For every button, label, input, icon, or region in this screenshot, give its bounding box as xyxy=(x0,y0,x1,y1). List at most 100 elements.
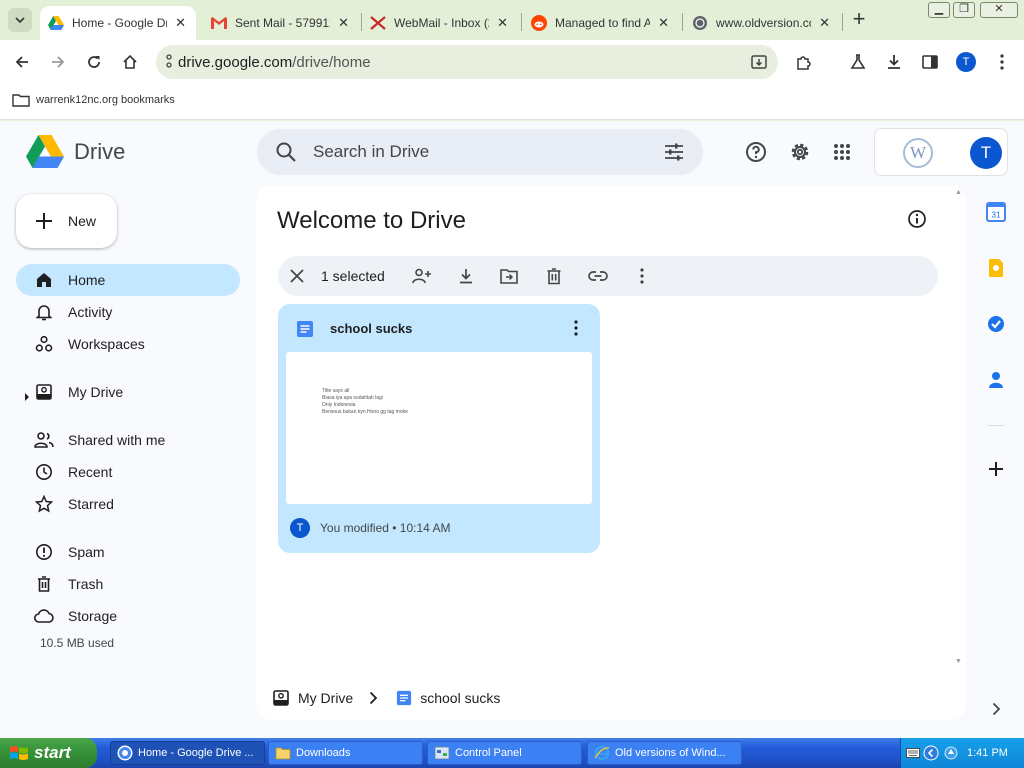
people-icon xyxy=(34,430,54,450)
nav-item-spam[interactable]: Spam xyxy=(16,536,240,568)
share-add-person-icon[interactable] xyxy=(412,266,432,286)
new-tab-button[interactable]: + xyxy=(847,8,871,32)
install-app-icon[interactable] xyxy=(750,53,768,76)
browser-tab-reddit[interactable]: Managed to find A ✕ xyxy=(523,6,679,40)
search-icon[interactable] xyxy=(275,141,297,168)
side-panel-button[interactable] xyxy=(918,50,942,74)
nav-label: Storage xyxy=(68,608,118,624)
nav-item-starred[interactable]: Starred xyxy=(16,488,240,520)
site-info-icon[interactable] xyxy=(166,54,172,73)
nav-label: Activity xyxy=(68,304,113,320)
taskbar-item-label: Home - Google Drive ... xyxy=(138,747,254,759)
reload-button[interactable] xyxy=(82,50,106,74)
side-panel-icon xyxy=(922,55,938,69)
taskbar-item-chrome[interactable]: Home - Google Drive ... xyxy=(110,741,265,765)
tray-expand-chevron-icon[interactable] xyxy=(923,745,939,761)
keep-icon[interactable] xyxy=(984,256,1008,280)
taskbar-clock[interactable]: 1:41 PM xyxy=(967,747,1008,759)
taskbar-item-ie[interactable]: Old versions of Wind... xyxy=(587,741,742,765)
drive-app-name: Drive xyxy=(74,138,126,164)
main-content-panel: Welcome to Drive 1 selected school sucks… xyxy=(256,185,966,720)
calendar-icon[interactable]: 31 xyxy=(984,200,1008,224)
breadcrumb-current-file[interactable]: school sucks xyxy=(396,690,500,706)
account-avatar[interactable]: T xyxy=(970,137,1002,169)
bell-icon xyxy=(34,302,54,322)
nav-item-activity[interactable]: Activity xyxy=(16,296,240,328)
scroll-up-arrow-icon[interactable]: ▲ xyxy=(955,189,962,196)
page-title: Welcome to Drive xyxy=(277,207,466,234)
clear-selection-close-icon[interactable] xyxy=(287,266,307,286)
download-icon xyxy=(888,55,900,69)
network-icon[interactable] xyxy=(943,745,959,761)
browser-tab-drive[interactable]: Home - Google Drive ✕ xyxy=(40,6,196,40)
new-button[interactable]: New xyxy=(16,194,117,248)
nav-label: Spam xyxy=(68,544,105,560)
drive-logo[interactable]: Drive xyxy=(26,135,125,168)
file-card[interactable]: school sucks Title says all Biasa iya ap… xyxy=(278,304,600,553)
google-apps-grid-icon[interactable] xyxy=(830,140,854,164)
address-url[interactable]: drive.google.com/drive/home xyxy=(178,54,371,71)
close-tab-icon[interactable]: ✕ xyxy=(497,15,508,31)
nav-item-trash[interactable]: Trash xyxy=(16,568,240,600)
downloads-button[interactable] xyxy=(882,50,906,74)
restore-window-button[interactable]: ❐ xyxy=(953,2,975,18)
tasks-icon[interactable] xyxy=(984,312,1008,336)
close-tab-icon[interactable]: ✕ xyxy=(338,15,349,31)
browser-tab-oldversion[interactable]: www.oldversion.com ✕ xyxy=(684,6,840,40)
show-side-panel-chevron-icon[interactable] xyxy=(984,697,1008,721)
scroll-down-arrow-icon[interactable]: ▼ xyxy=(955,658,962,665)
minimize-window-button[interactable]: ▁ xyxy=(928,2,950,18)
owner-avatar: T xyxy=(290,518,310,538)
trash-icon xyxy=(34,574,54,594)
tab-search-button[interactable] xyxy=(8,8,32,32)
windows-taskbar: start Home - Google Drive ... Downloads … xyxy=(0,738,1024,768)
contacts-icon[interactable] xyxy=(984,368,1008,392)
taskbar-item-downloads[interactable]: Downloads xyxy=(268,741,423,765)
search-options-icon[interactable] xyxy=(663,141,685,168)
extensions-button[interactable] xyxy=(792,50,816,74)
more-actions-icon[interactable] xyxy=(632,266,652,286)
taskbar-item-control-panel[interactable]: Control Panel xyxy=(427,741,582,765)
breadcrumb-my-drive[interactable]: My Drive xyxy=(272,689,353,707)
drive-search-bar[interactable]: Search in Drive xyxy=(257,129,703,175)
google-docs-icon xyxy=(296,320,314,343)
add-addon-plus-icon[interactable] xyxy=(984,457,1008,481)
browser-menu-button[interactable] xyxy=(990,50,1014,74)
keyboard-icon[interactable] xyxy=(905,745,921,761)
bookmark-folder[interactable]: warrenk12nc.org bookmarks xyxy=(12,93,175,107)
move-to-folder-icon[interactable] xyxy=(499,266,519,286)
bookmarks-bar: warrenk12nc.org bookmarks xyxy=(0,84,1024,120)
nav-item-storage[interactable]: Storage xyxy=(16,600,240,632)
labs-button[interactable] xyxy=(846,50,870,74)
forward-button[interactable] xyxy=(46,50,70,74)
close-tab-icon[interactable]: ✕ xyxy=(658,15,669,31)
tab-label: WebMail - Inbox (2 xyxy=(394,16,489,30)
nav-item-home[interactable]: Home xyxy=(16,264,240,296)
nav-item-recent[interactable]: Recent xyxy=(16,456,240,488)
browser-tab-webmail[interactable]: WebMail - Inbox (2 ✕ xyxy=(362,6,518,40)
home-button[interactable] xyxy=(118,50,142,74)
file-preview-thumbnail[interactable]: Title says all Biasa iya apa sudahlah la… xyxy=(286,352,592,504)
copy-link-icon[interactable] xyxy=(588,266,608,286)
more-vert-icon[interactable] xyxy=(574,320,578,341)
settings-gear-icon[interactable] xyxy=(788,140,812,164)
windows-flag-icon xyxy=(10,746,28,760)
expand-caret-icon[interactable] xyxy=(24,388,30,404)
download-icon[interactable] xyxy=(456,266,476,286)
close-tab-icon[interactable]: ✕ xyxy=(819,15,830,31)
back-button[interactable] xyxy=(10,50,34,74)
help-icon[interactable] xyxy=(744,140,768,164)
browser-profile-avatar[interactable]: T xyxy=(956,52,976,72)
start-button[interactable]: start xyxy=(0,738,97,768)
tab-divider xyxy=(521,13,522,31)
nav-item-workspaces[interactable]: Workspaces xyxy=(16,328,240,360)
nav-item-shared[interactable]: Shared with me xyxy=(16,424,240,456)
info-icon[interactable] xyxy=(907,209,927,234)
nav-item-my-drive[interactable]: My Drive xyxy=(16,376,240,408)
browser-tab-gmail[interactable]: Sent Mail - 579912 ✕ xyxy=(203,6,359,40)
trash-icon[interactable] xyxy=(544,266,564,286)
close-window-button[interactable]: ✕ xyxy=(980,2,1018,18)
close-tab-icon[interactable]: ✕ xyxy=(175,15,186,31)
address-bar[interactable]: drive.google.com/drive/home xyxy=(156,45,778,79)
account-switcher[interactable]: W T xyxy=(874,128,1008,176)
